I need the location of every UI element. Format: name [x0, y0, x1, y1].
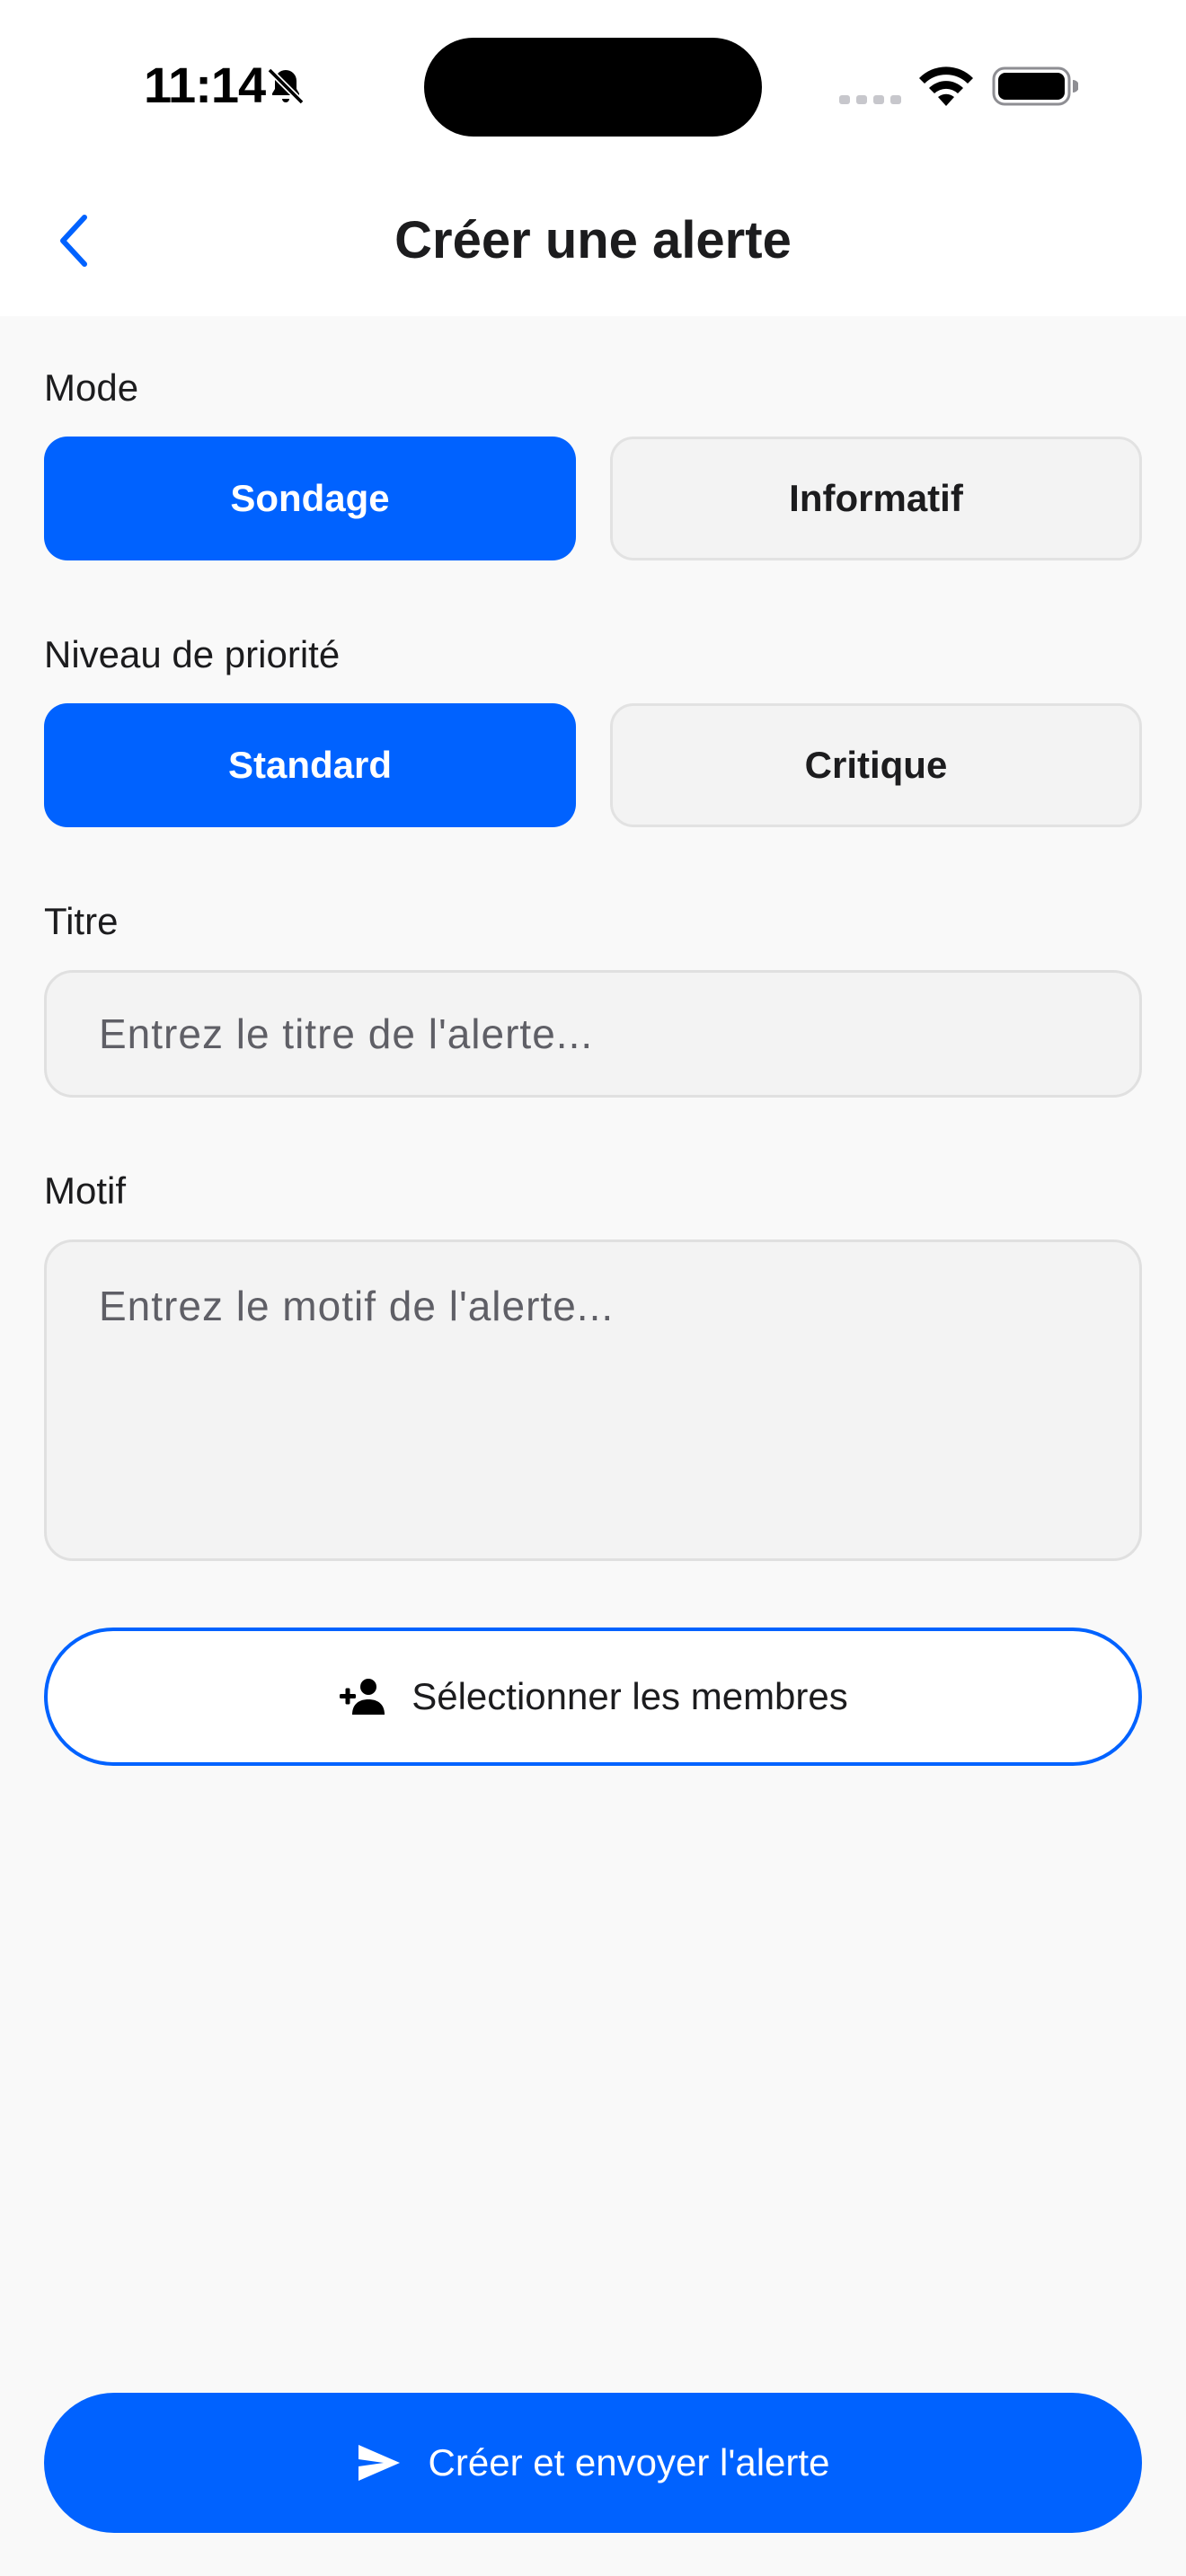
select-members-button[interactable]: Sélectionner les membres [44, 1628, 1142, 1766]
battery-icon [992, 66, 1078, 106]
priority-option-critique[interactable]: Critique [610, 703, 1142, 827]
mode-option-label: Informatif [789, 477, 963, 519]
mode-option-informatif[interactable]: Informatif [610, 437, 1142, 560]
chevron-left-icon [60, 215, 87, 267]
mode-label: Mode [44, 366, 139, 409]
select-members-label: Sélectionner les membres [412, 1675, 848, 1717]
title-field-label: Titre [44, 900, 119, 942]
mode-option-label: Sondage [230, 477, 390, 519]
priority-option-label: Standard [227, 744, 393, 786]
page-title: Créer une alerte [394, 211, 792, 269]
send-icon [358, 2445, 400, 2481]
mode-option-sondage[interactable]: Sondage [44, 437, 576, 560]
wifi-icon [919, 66, 973, 106]
priority-label: Niveau de priorité [44, 633, 341, 675]
dynamic-island [424, 38, 762, 137]
back-button[interactable] [47, 205, 101, 277]
motif-field-label: Motif [44, 1169, 127, 1212]
bell-slash-icon [267, 67, 305, 105]
create-send-alert-label: Créer et envoyer l'alerte [428, 2441, 830, 2483]
motif-textarea[interactable] [44, 1239, 1142, 1561]
create-send-alert-button[interactable]: Créer et envoyer l'alerte [44, 2393, 1142, 2533]
cellular-signal-icon [839, 95, 901, 104]
title-input[interactable] [44, 970, 1142, 1098]
priority-option-standard[interactable]: Standard [44, 703, 576, 827]
status-time: 11:14 [144, 57, 266, 113]
priority-option-label: Critique [804, 744, 948, 786]
person-add-icon [340, 1679, 385, 1715]
